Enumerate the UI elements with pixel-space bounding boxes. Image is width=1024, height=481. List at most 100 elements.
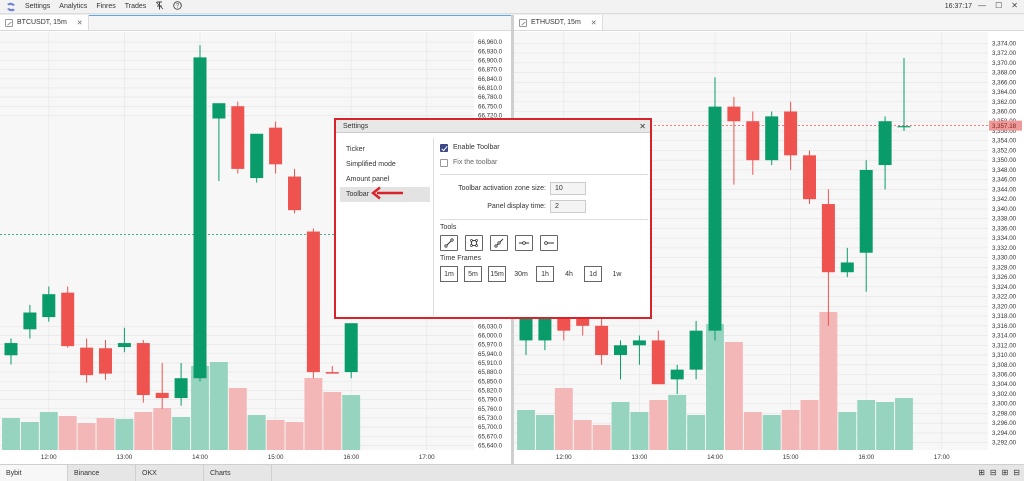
timeframe-1w[interactable]: 1w (608, 266, 626, 282)
nav-ticker[interactable]: Ticker (340, 142, 430, 157)
y-tick-label: 3,292.00 (992, 440, 1017, 447)
volume-bar (266, 420, 285, 450)
app-logo-icon (5, 2, 17, 12)
y-tick-label: 3,354.00 (992, 138, 1017, 145)
activation-zone-label: Toolbar activation zone size: (458, 184, 546, 192)
candle-body (878, 121, 892, 166)
timeframe-15m[interactable]: 15m (488, 266, 506, 282)
y-tick-label: 3,314.00 (992, 333, 1017, 340)
exchange-tab-binance[interactable]: Binance (68, 464, 136, 481)
nav-simplified-mode[interactable]: Simplified mode (340, 157, 430, 172)
candle-body (821, 204, 835, 273)
x-tick-label: 12:00 (41, 454, 57, 461)
fix-toolbar-row[interactable]: Fix the toolbar (440, 155, 648, 170)
y-tick-label: 65,760.0 (478, 406, 503, 413)
volume-bar (706, 324, 724, 450)
exchange-tab-charts[interactable]: Charts (204, 464, 272, 481)
pin-icon[interactable] (155, 1, 164, 12)
candle-body (689, 330, 703, 370)
enable-toolbar-checkbox[interactable] (440, 143, 448, 152)
candle-body (765, 116, 779, 161)
y-tick-label: 65,850.0 (478, 378, 503, 385)
candle-body (840, 262, 854, 273)
enable-toolbar-row[interactable]: Enable Toolbar (440, 140, 648, 155)
last-price-label: 3,357.18 (992, 123, 1017, 130)
y-tick-label: 66,780.0 (478, 94, 503, 101)
dialog-header[interactable]: Settings ✕ (336, 120, 650, 133)
candle-body (595, 325, 609, 356)
y-tick-label: 3,368.00 (992, 70, 1017, 77)
rectangle-tool-icon (470, 239, 478, 247)
exchange-tab-okx[interactable]: OKX (136, 464, 204, 481)
dialog-close-icon[interactable]: ✕ (639, 120, 646, 133)
segment-tool-button[interactable] (440, 235, 458, 251)
candle-body (117, 343, 131, 348)
volume-bar (517, 410, 535, 450)
volume-bar (39, 412, 58, 450)
y-tick-label: 3,316.00 (992, 323, 1017, 330)
y-tick-label: 3,352.00 (992, 147, 1017, 154)
layout-icon[interactable]: ⊟ (990, 468, 997, 477)
menu-settings[interactable]: Settings (25, 3, 50, 10)
y-tick-label: 3,324.00 (992, 284, 1017, 291)
y-tick-label: 3,302.00 (992, 391, 1017, 398)
close-icon[interactable]: ✕ (1011, 1, 1018, 10)
candle-body (193, 57, 207, 379)
horizontal-line-tool-button[interactable] (515, 235, 533, 251)
candle-body (155, 392, 169, 399)
y-tick-label: 66,840.0 (478, 76, 503, 83)
y-tick-label: 66,960.0 (478, 39, 503, 46)
help-icon[interactable]: ? (173, 1, 183, 12)
candle-body (212, 103, 226, 119)
volume-bar (247, 415, 266, 450)
x-tick-label: 13:00 (632, 454, 648, 461)
menu-trades[interactable]: Trades (125, 3, 147, 10)
y-tick-label: 3,348.00 (992, 167, 1017, 174)
y-tick-label: 3,300.00 (992, 401, 1017, 408)
maximize-icon[interactable]: ☐ (995, 1, 1002, 10)
fix-toolbar-checkbox[interactable] (440, 158, 448, 167)
y-tick-label: 3,360.00 (992, 108, 1017, 115)
ray-tool-button[interactable] (490, 235, 508, 251)
volume-bar (838, 412, 857, 450)
nav-amount-panel[interactable]: Amount panel (340, 172, 430, 187)
volume-bar (857, 400, 876, 450)
tab-close-icon[interactable]: ✕ (77, 19, 83, 27)
separator (440, 219, 648, 220)
tab-close-icon[interactable]: ✕ (591, 19, 597, 27)
tab-btcusdt[interactable]: BTCUSDT, 15m ✕ (0, 15, 89, 30)
timeframe-5m[interactable]: 5m (464, 266, 482, 282)
timeframe-4h[interactable]: 4h (560, 266, 578, 282)
layout-icon[interactable]: ⊟ (1013, 468, 1020, 477)
candle-body (42, 294, 56, 318)
menu-finres[interactable]: Finres (96, 3, 115, 10)
candle-body (61, 292, 75, 347)
rectangle-tool-button[interactable] (465, 235, 483, 251)
x-tick-label: 13:00 (117, 454, 133, 461)
menu-analytics[interactable]: Analytics (59, 3, 87, 10)
minimize-icon[interactable]: — (978, 1, 986, 10)
timeframe-1d[interactable]: 1d (584, 266, 602, 282)
x-tick-label: 17:00 (934, 454, 950, 461)
y-tick-label: 3,338.00 (992, 216, 1017, 223)
volume-bar (77, 423, 96, 450)
candle-body (632, 340, 646, 346)
activation-zone-input[interactable] (550, 181, 586, 195)
separator (440, 174, 648, 175)
volume-bar (724, 342, 743, 450)
x-tick-label: 15:00 (268, 454, 284, 461)
y-tick-label: 3,346.00 (992, 177, 1017, 184)
tab-ethusdt[interactable]: ETHUSDT, 15m ✕ (514, 15, 603, 30)
volume-bar (781, 410, 800, 450)
y-tick-label: 66,750.0 (478, 103, 503, 110)
display-time-input[interactable] (550, 199, 586, 213)
x-tick-label: 14:00 (192, 454, 208, 461)
layout-icon[interactable]: ⊞ (978, 468, 985, 477)
timeframe-30m[interactable]: 30m (512, 266, 530, 282)
exchange-tab-bybit[interactable]: Bybit (0, 464, 68, 481)
layout-icon[interactable]: ⊞ (1002, 468, 1009, 477)
timeframe-1m[interactable]: 1m (440, 266, 458, 282)
menu-bar: Settings Analytics Finres Trades ? 16:37… (0, 0, 1024, 14)
timeframe-1h[interactable]: 1h (536, 266, 554, 282)
horizontal-ray-tool-button[interactable] (540, 235, 558, 251)
